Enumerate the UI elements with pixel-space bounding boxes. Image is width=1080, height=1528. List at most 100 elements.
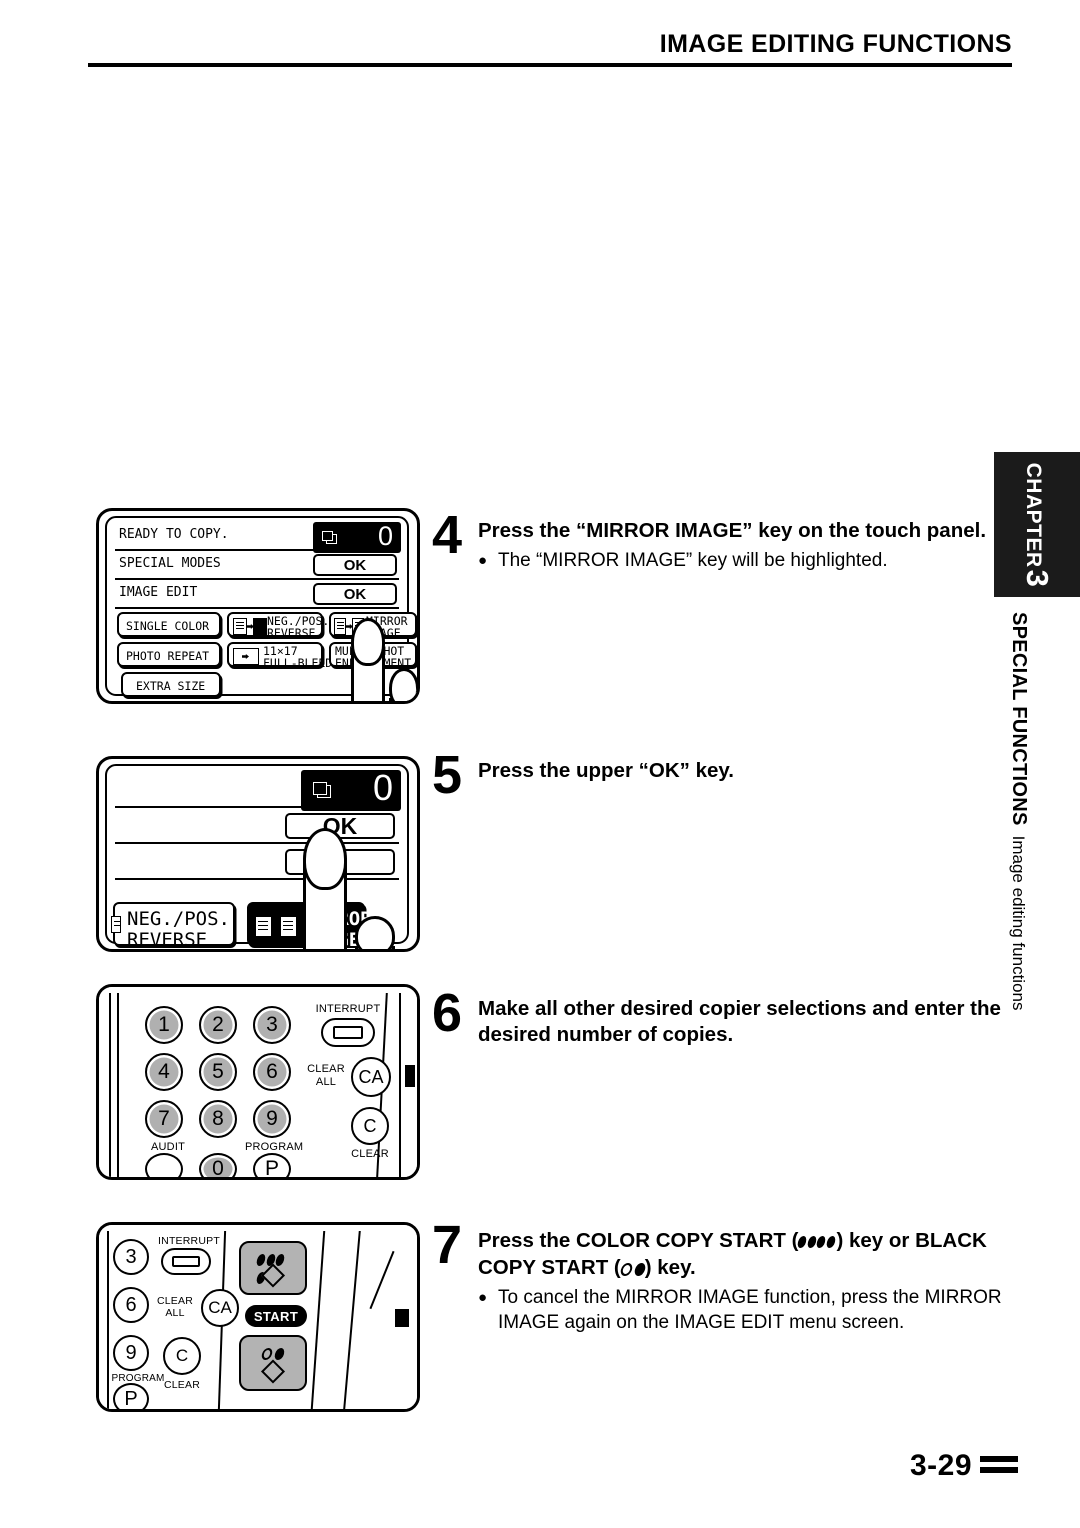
keypad-panel-illustration: 1 2 3 4 5 6 7 8 9 AUDIT PROGRAM 0 P INTE… (96, 984, 420, 1180)
step-7-title-part1: Press the COLOR COPY START ( (478, 1229, 799, 1252)
bullet-dot-icon: ● (478, 1289, 488, 1307)
lcd-button-full-bleed[interactable]: 11×17 FULL-BLEED (227, 642, 332, 669)
panel-edge-line (109, 993, 111, 1177)
black-copy-start-button[interactable] (239, 1335, 307, 1391)
clear-all-button[interactable]: CA (201, 1289, 239, 1327)
step-7-title: Press the COLOR COPY START () key or BLA… (478, 1228, 1012, 1281)
full-bleed-icon (233, 648, 259, 665)
step-4-bullet-text: The “MIRROR IMAGE” key will be highlight… (498, 550, 888, 572)
special-modes-ok-button[interactable]: OK (313, 554, 397, 576)
panel-notch (395, 1309, 409, 1327)
start-keys-panel-illustration: 3 6 9 PROGRAM P INTERRUPT CLEAR ALL CA C… (96, 1222, 420, 1412)
doc-arrow-mirror-icon (255, 916, 297, 937)
lcd-button-full-bleed-label: 11×17 FULL-BLEED (263, 644, 333, 671)
section-title: SPECIAL FUNCTIONS (1008, 612, 1030, 826)
lcd-button-neg-pos-reverse-label: NEG./POS. REVERSE (267, 614, 330, 641)
copy-stack-icon (322, 531, 339, 545)
step-4-bullet: ● The “MIRROR IMAGE” key will be highlig… (478, 549, 1012, 574)
step-5: 5 Press the upper “OK” key. (432, 745, 932, 805)
lcd-image-edit-label: IMAGE EDIT (119, 585, 198, 600)
lcd-screen-frame-zoom: 0 OK NEG./POS. REVERSE (105, 764, 409, 949)
step-7-title-part3: ) key. (644, 1256, 696, 1280)
interrupt-icon (333, 1026, 363, 1039)
pointing-finger-illustration (351, 618, 385, 701)
copy-count-display-zoom: 0 (301, 767, 401, 811)
clear-label: CLEAR (163, 1379, 200, 1391)
clear-button[interactable]: C (351, 1107, 389, 1145)
panel-notch (405, 1065, 415, 1087)
step-4-number: 4 (432, 505, 463, 565)
interrupt-label: INTERRUPT (315, 1003, 381, 1015)
keypad-key-8[interactable]: 8 (199, 1100, 237, 1138)
clear-label: CLEAR (351, 1148, 389, 1160)
color-copy-start-button[interactable] (239, 1241, 307, 1295)
clear-button[interactable]: C (163, 1337, 201, 1375)
panel-edge-line (399, 993, 401, 1177)
header-rule (88, 63, 1012, 67)
chapter-tab-label: CHAPTER (1022, 462, 1045, 568)
step-6-number: 6 (432, 983, 463, 1043)
start-panel-key-6[interactable]: 6 (113, 1287, 149, 1323)
panel-edge-line (310, 1231, 326, 1409)
step-5-title: Press the upper “OK” key. (478, 759, 734, 782)
chapter-side-label: SPECIAL FUNCTIONS Image editing function… (994, 612, 1080, 1012)
step-4: 4 Press the “MIRROR IMAGE” key on the to… (432, 505, 1012, 574)
keypad-key-5[interactable]: 5 (199, 1053, 237, 1091)
keypad-key-9[interactable]: 9 (253, 1100, 291, 1138)
step-6-title: Make all other desired copier selections… (478, 997, 1001, 1047)
manual-page: IMAGE EDITING FUNCTIONS CHAPTER 3 SPECIA… (0, 0, 1080, 1528)
four-dots-icon (796, 1229, 837, 1255)
start-label-pill: START (245, 1305, 307, 1327)
keypad-key-1[interactable]: 1 (145, 1006, 183, 1044)
keypad-key-2[interactable]: 2 (199, 1006, 237, 1044)
lcd-panel-2-illustration: 0 OK NEG./POS. REVERSE (96, 756, 420, 952)
lcd-button-extra-size-label: EXTRA SIZE (136, 679, 206, 693)
chapter-tab-text: CHAPTER 3 (1020, 462, 1055, 587)
lcd-panel-1-illustration: READY TO COPY. 0 SPECIAL MODES OK IMAGE … (96, 508, 420, 704)
lcd-button-single-color-label: SINGLE COLOR (126, 619, 210, 633)
interrupt-button[interactable] (321, 1018, 375, 1047)
keypad-key-7[interactable]: 7 (145, 1100, 183, 1138)
bullet-dot-icon: ● (478, 552, 488, 570)
step-5-number: 5 (432, 745, 463, 805)
doc-arrow-doc-icon (111, 916, 123, 933)
keypad-key-6[interactable]: 6 (253, 1053, 291, 1091)
panel-edge-line (343, 1231, 361, 1409)
clear-all-label: CLEAR ALL (156, 1295, 193, 1320)
keypad-key-3[interactable]: 3 (253, 1006, 291, 1044)
keypad-key-0[interactable]: 0 (199, 1153, 237, 1177)
start-panel-key-program[interactable]: P (113, 1383, 149, 1409)
start-panel-key-9[interactable]: 9 (113, 1335, 149, 1371)
interrupt-icon (172, 1255, 200, 1268)
step-6: 6 Make all other desired copier selectio… (432, 983, 1012, 1048)
step-7-bullet: ● To cancel the MIRROR IMAGE function, p… (478, 1286, 1012, 1335)
program-label: PROGRAM (245, 1141, 304, 1153)
image-edit-ok-button[interactable]: OK (313, 583, 397, 605)
interrupt-button[interactable] (161, 1248, 211, 1275)
pointing-finger-secondary (355, 916, 395, 949)
lcd-button-extra-size[interactable]: EXTRA SIZE (121, 672, 221, 697)
copy-count-value-zoom: 0 (372, 767, 393, 808)
pointing-finger-secondary (389, 668, 417, 701)
chapter-tab-number: 3 (1020, 569, 1055, 587)
step-7-bullet-text: To cancel the MIRROR IMAGE function, pre… (498, 1287, 1002, 1334)
step-4-title: Press the “MIRROR IMAGE” key on the touc… (478, 519, 987, 542)
page-number-bars (980, 1456, 1018, 1478)
audit-label: AUDIT (151, 1141, 185, 1153)
lcd-button-neg-pos-reverse-zoom-label: NEG./POS. REVERSE (127, 908, 230, 951)
keypad-key-audit[interactable] (145, 1153, 183, 1177)
lcd-button-single-color[interactable]: SINGLE COLOR (117, 612, 221, 637)
clear-all-button[interactable]: CA (351, 1057, 391, 1097)
copy-count-display: 0 (313, 521, 401, 553)
clear-all-label: CLEAR ALL (307, 1063, 345, 1088)
keypad-key-4[interactable]: 4 (145, 1053, 183, 1091)
keypad-key-program[interactable]: P (253, 1153, 291, 1177)
page-number: 3-29 (909, 1449, 972, 1482)
start-panel-key-3[interactable]: 3 (113, 1239, 149, 1275)
panel-edge-line (369, 1250, 395, 1310)
lcd-button-neg-pos-reverse-zoom[interactable]: NEG./POS. REVERSE (111, 902, 235, 949)
circle-outline-icon (619, 1263, 634, 1277)
lcd-button-photo-repeat[interactable]: PHOTO REPEAT (117, 642, 221, 667)
step-7: 7 Press the COLOR COPY START () key or B… (432, 1218, 1012, 1336)
lcd-button-neg-pos-reverse[interactable]: NEG./POS. REVERSE (227, 612, 329, 639)
